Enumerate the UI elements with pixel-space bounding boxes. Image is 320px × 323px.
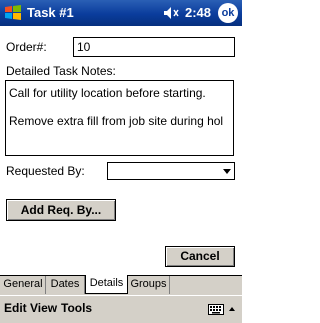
order-label: Order#:: [6, 40, 47, 54]
tab-details[interactable]: Details: [85, 275, 128, 294]
clock[interactable]: 2:48: [185, 5, 211, 20]
order-number-value: 10: [77, 40, 91, 54]
window-title: Task #1: [27, 5, 74, 20]
speaker-icon[interactable]: [163, 6, 179, 20]
input-panel-arrow-icon[interactable]: [229, 307, 235, 311]
tab-strip: General Dates Details Groups: [0, 275, 242, 295]
requested-by-label: Requested By:: [6, 164, 85, 178]
tab-dates[interactable]: Dates: [46, 276, 85, 294]
windows-start-icon[interactable]: [3, 3, 23, 23]
tab-general[interactable]: General: [1, 276, 46, 294]
cancel-button[interactable]: Cancel: [165, 246, 235, 267]
keyboard-icon[interactable]: [208, 304, 224, 315]
add-requested-by-button[interactable]: Add Req. By...: [6, 199, 116, 221]
notes-line: Call for utility location before startin…: [9, 86, 206, 100]
requested-by-dropdown[interactable]: [107, 162, 235, 180]
menu-view[interactable]: View: [30, 301, 57, 315]
menu-bar: Edit View Tools: [0, 295, 242, 323]
menu-tools[interactable]: Tools: [61, 301, 92, 315]
task-notes-field[interactable]: Call for utility location before startin…: [5, 80, 234, 156]
title-bar: Task #1 2:48 ok: [0, 0, 242, 26]
notes-label: Detailed Task Notes:: [6, 64, 116, 78]
menu-edit[interactable]: Edit: [4, 301, 27, 315]
chevron-down-icon: [223, 169, 231, 174]
notes-line: Remove extra fill from job site during h…: [9, 114, 224, 128]
ok-button[interactable]: ok: [218, 3, 238, 23]
order-number-field[interactable]: 10: [73, 37, 235, 57]
tab-groups[interactable]: Groups: [128, 276, 170, 294]
